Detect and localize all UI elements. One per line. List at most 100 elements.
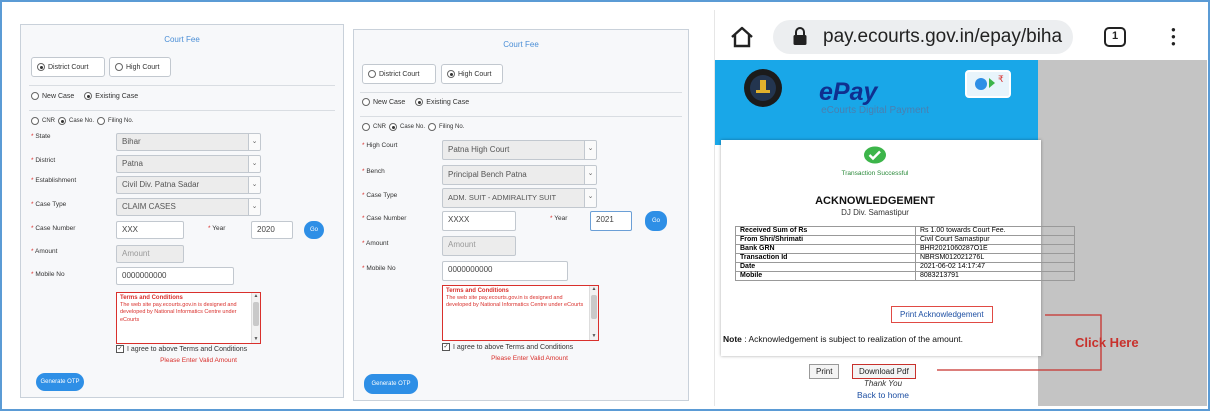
terms-box[interactable]: Terms and Conditions The web site pay.ec… bbox=[442, 285, 599, 341]
new-case-label: New Case bbox=[42, 92, 75, 100]
divider bbox=[360, 116, 682, 117]
divider bbox=[29, 110, 335, 111]
terms-title: Terms and Conditions bbox=[120, 295, 183, 301]
district-label: * District bbox=[31, 157, 56, 164]
case-no-label: Case No. bbox=[400, 124, 426, 130]
filing-no-label: Filing No. bbox=[439, 124, 465, 130]
generate-otp-button[interactable]: Generate OTP bbox=[364, 374, 418, 394]
bench-select[interactable]: Principal Bench Patna ⌄ bbox=[442, 165, 597, 185]
generate-otp-button[interactable]: Generate OTP bbox=[36, 373, 84, 391]
go-button[interactable]: Go bbox=[645, 211, 667, 231]
chevron-down-icon: ⌄ bbox=[248, 156, 260, 172]
case-number-label: * Case Number bbox=[31, 225, 76, 232]
case-type-select[interactable]: CLAIM CASES ⌄ bbox=[116, 198, 261, 216]
download-pdf-button[interactable]: Download Pdf bbox=[852, 364, 916, 379]
case-type-label: * Case Type bbox=[362, 192, 398, 199]
case-type-radios: New Case Existing Case bbox=[362, 98, 469, 106]
amount-label: * Amount bbox=[31, 248, 58, 255]
print-button[interactable]: Print bbox=[809, 364, 840, 379]
radio-icon bbox=[115, 63, 123, 71]
bench-label: * Bench bbox=[362, 168, 385, 175]
chevron-down-icon: ⌄ bbox=[248, 177, 260, 193]
case-type-label: * Case Type bbox=[31, 201, 67, 208]
radio-icon[interactable] bbox=[31, 117, 39, 125]
chevron-down-icon: ⌄ bbox=[248, 199, 260, 215]
divider bbox=[360, 92, 682, 93]
agree-label: I agree to above Terms and Conditions bbox=[127, 345, 248, 353]
high-court-label: High Court bbox=[458, 70, 492, 78]
case-type-radios: New Case Existing Case bbox=[31, 92, 138, 100]
high-court-label: High Court bbox=[126, 63, 160, 71]
radio-selected-icon bbox=[37, 63, 45, 71]
terms-title: Terms and Conditions bbox=[446, 288, 509, 294]
back-to-home-link[interactable]: Back to home bbox=[823, 390, 943, 400]
cnr-label: CNR bbox=[42, 118, 55, 124]
state-label: * State bbox=[31, 133, 51, 140]
agree-checkbox-row[interactable]: ✓ I agree to above Terms and Conditions bbox=[442, 343, 573, 351]
agree-label: I agree to above Terms and Conditions bbox=[453, 343, 574, 351]
terms-text: The web site pay.ecourts.gov.in is desig… bbox=[446, 295, 584, 309]
case-number-input[interactable]: XXX bbox=[116, 221, 184, 239]
high-court-radio[interactable]: High Court bbox=[441, 64, 503, 84]
case-number-input[interactable]: XXXX bbox=[442, 211, 516, 231]
radio-selected-icon[interactable] bbox=[58, 117, 66, 125]
year-label: * Year bbox=[208, 225, 226, 232]
amount-label: * Amount bbox=[362, 240, 389, 247]
district-court-radio[interactable]: District Court bbox=[31, 57, 105, 77]
radio-selected-icon[interactable] bbox=[389, 123, 397, 131]
radio-icon[interactable] bbox=[362, 98, 370, 106]
mobile-label: * Mobile No bbox=[31, 271, 65, 278]
high-court-label: * High Court bbox=[362, 142, 398, 149]
radio-icon[interactable] bbox=[97, 117, 106, 125]
amount-input[interactable]: Amount bbox=[116, 245, 184, 263]
search-by-radios: CNR Case No. Filing No. bbox=[362, 123, 464, 131]
terms-box[interactable]: Terms and Conditions The web site pay.ec… bbox=[116, 292, 261, 344]
radio-icon[interactable] bbox=[362, 123, 370, 131]
checkbox-checked-icon[interactable]: ✓ bbox=[442, 343, 450, 351]
terms-text: The web site pay.ecourts.gov.in is desig… bbox=[120, 302, 237, 323]
year-input[interactable]: 2021 bbox=[590, 211, 632, 231]
district-court-radio[interactable]: District Court bbox=[362, 64, 436, 84]
radio-selected-icon bbox=[447, 70, 455, 78]
filing-no-label: Filing No. bbox=[108, 118, 134, 124]
chevron-down-icon: ⌄ bbox=[584, 189, 596, 207]
case-type-select[interactable]: ADM. SUIT - ADMIRALITY SUIT ⌄ bbox=[442, 188, 597, 208]
screenshot-frame: Court Fee District Court High Court New … bbox=[0, 0, 1210, 411]
district-court-fee-panel: Court Fee District Court High Court New … bbox=[20, 24, 344, 398]
radio-icon bbox=[368, 70, 376, 78]
chevron-down-icon: ⌄ bbox=[584, 166, 596, 184]
divider bbox=[29, 85, 335, 86]
radio-icon[interactable] bbox=[428, 123, 437, 131]
radio-selected-icon[interactable] bbox=[84, 92, 93, 100]
panel-title: Court Fee bbox=[503, 40, 539, 49]
high-court-fee-panel: Court Fee District Court High Court New … bbox=[353, 29, 689, 401]
chevron-down-icon: ⌄ bbox=[248, 134, 260, 150]
mobile-label: * Mobile No bbox=[362, 265, 396, 272]
establishment-label: * Establishment bbox=[31, 177, 77, 184]
existing-case-label: Existing Case bbox=[95, 92, 139, 100]
mobile-input[interactable]: 0000000000 bbox=[442, 261, 568, 281]
checkbox-checked-icon[interactable]: ✓ bbox=[116, 345, 124, 353]
radio-icon[interactable] bbox=[31, 92, 39, 100]
existing-case-label: Existing Case bbox=[426, 98, 470, 106]
agree-checkbox-row[interactable]: ✓ I agree to above Terms and Conditions bbox=[116, 345, 247, 353]
mobile-input[interactable]: 0000000000 bbox=[116, 267, 234, 285]
year-label: * Year bbox=[550, 215, 568, 222]
amount-input[interactable]: Amount bbox=[442, 236, 516, 256]
state-select[interactable]: Bihar ⌄ bbox=[116, 133, 261, 151]
case-no-label: Case No. bbox=[69, 118, 95, 124]
chevron-down-icon: ⌄ bbox=[584, 141, 596, 159]
district-select[interactable]: Patna ⌄ bbox=[116, 155, 261, 173]
district-court-label: District Court bbox=[48, 63, 89, 71]
case-number-label: * Case Number bbox=[362, 215, 407, 222]
new-case-label: New Case bbox=[373, 98, 406, 106]
year-input[interactable]: 2020 bbox=[251, 221, 293, 239]
high-court-select[interactable]: Patna High Court ⌄ bbox=[442, 140, 597, 160]
radio-selected-icon[interactable] bbox=[415, 98, 424, 106]
scrollbar[interactable]: ▲ ▼ bbox=[589, 286, 598, 340]
high-court-radio[interactable]: High Court bbox=[109, 57, 171, 77]
establishment-select[interactable]: Civil Div. Patna Sadar ⌄ bbox=[116, 176, 261, 194]
amount-warning: Please Enter Valid Amount bbox=[491, 355, 568, 362]
scrollbar[interactable]: ▲ ▼ bbox=[251, 293, 260, 343]
go-button[interactable]: Go bbox=[304, 221, 324, 239]
